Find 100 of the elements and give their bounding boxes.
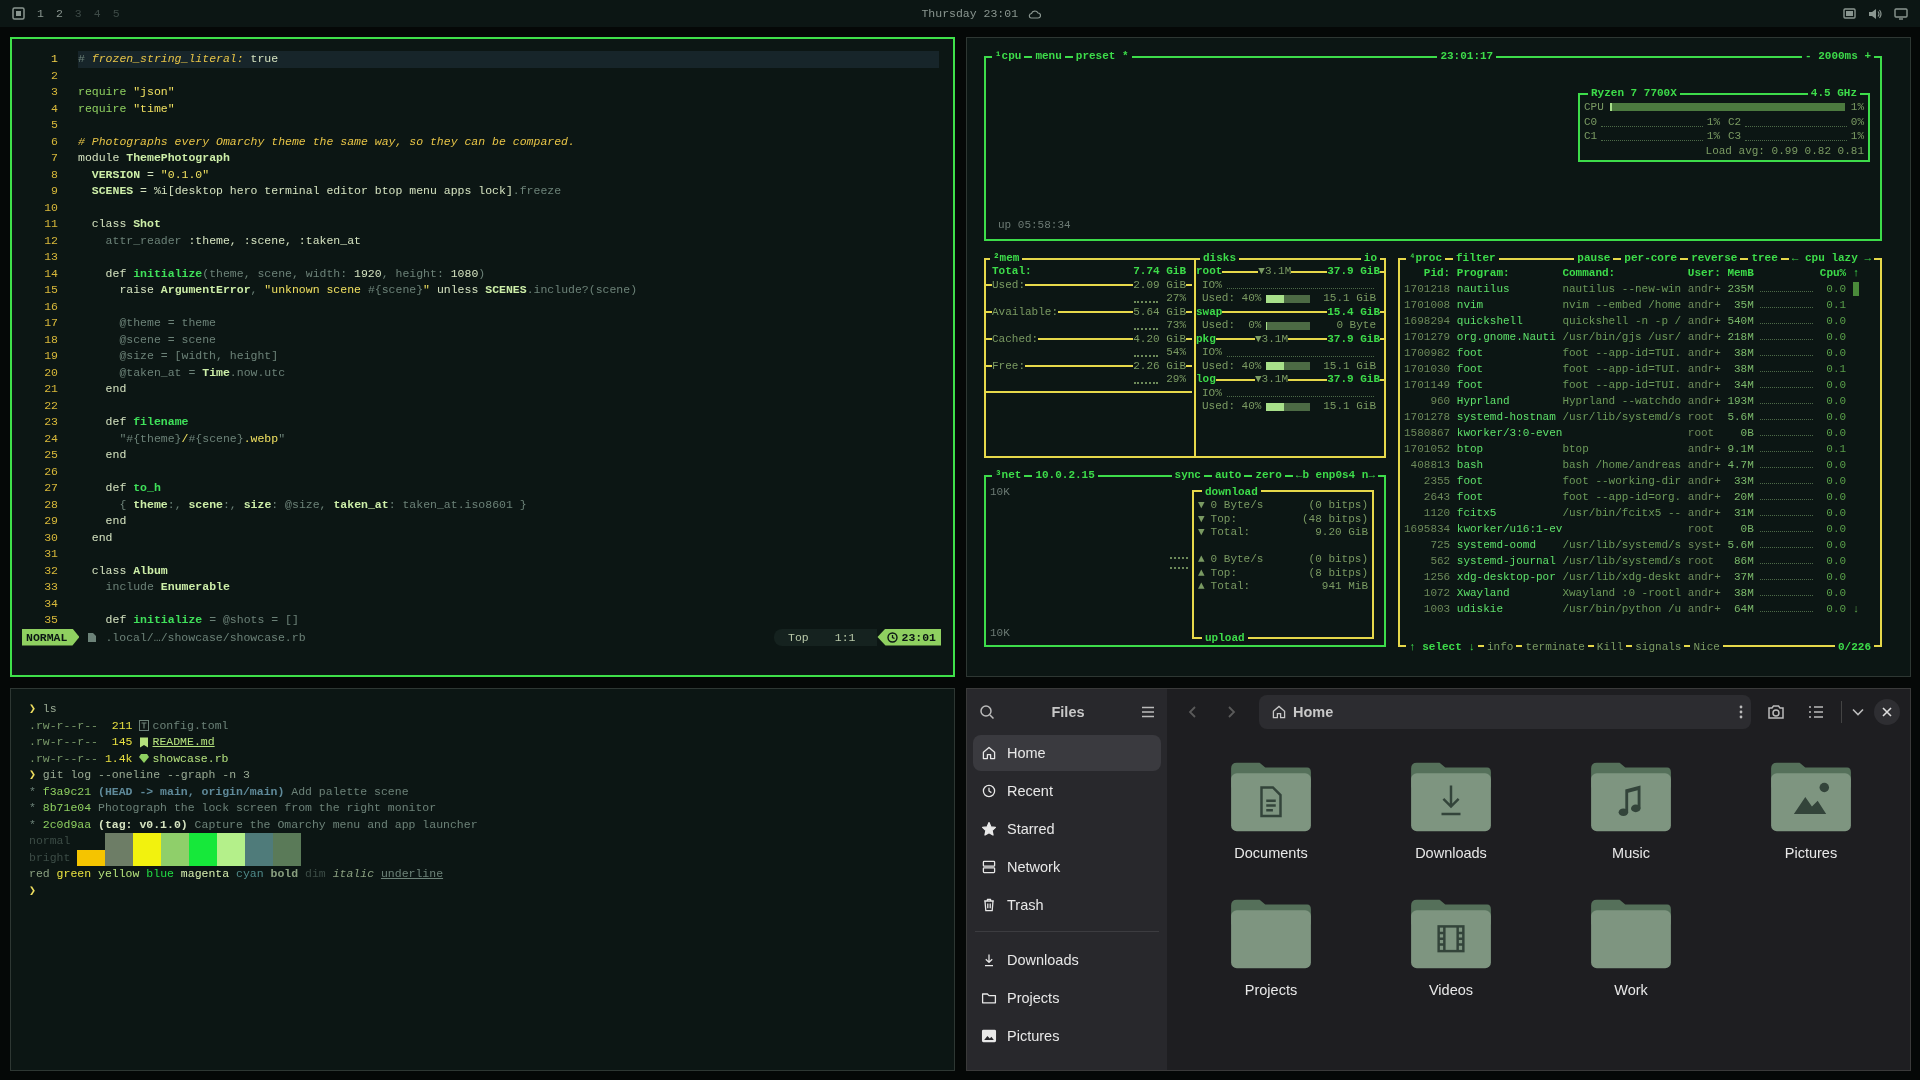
disk-size: 37.9 GiB	[1327, 332, 1380, 346]
table-cell-text: 0.0	[1825, 490, 1847, 505]
window-icon[interactable]	[1843, 8, 1856, 19]
mountain-emblem	[1793, 782, 1830, 815]
sort-arrow[interactable]: ↑	[1852, 265, 1860, 281]
sidebar-item[interactable]: Recent	[973, 773, 1161, 809]
chevron-down-icon[interactable]	[1852, 708, 1864, 716]
style-sample: blue	[146, 866, 174, 882]
column-header[interactable]: User:	[1687, 265, 1721, 281]
panel-tab[interactable]: ←b enp0s4 n→	[1292, 468, 1378, 482]
close-button[interactable]	[1874, 699, 1900, 725]
panel-tab[interactable]: ← cpu lazy →	[1788, 251, 1874, 265]
table-cell-text: Xwayland :0 -rootl	[1562, 586, 1682, 601]
scrollbar-thumb[interactable]	[1853, 282, 1860, 296]
more-icon[interactable]	[1739, 705, 1743, 719]
table-cell-text: systemd-hostnam	[1456, 410, 1556, 425]
table-cell-text: andr+	[1687, 602, 1721, 617]
column-header[interactable]: MemB	[1727, 265, 1754, 281]
menu-icon[interactable]	[1141, 706, 1155, 718]
table-cell-text: 0.0	[1825, 474, 1847, 489]
table-cell-text: xdg-desktop-por	[1456, 570, 1556, 585]
line-number: 27	[43, 480, 58, 496]
table-cell-text: /usr/bin/gjs /usr/	[1562, 330, 1682, 345]
memory-label: Free:	[992, 359, 1025, 373]
column-header[interactable]: Pid:	[1404, 265, 1451, 281]
folder-item[interactable]: Documents	[1181, 759, 1361, 896]
table-cell-text: nautilus	[1456, 282, 1511, 297]
line-number: 6	[50, 133, 58, 150]
scroll-arrow[interactable]: ↓	[1852, 601, 1860, 617]
sidebar-item[interactable]: Trash	[973, 887, 1161, 923]
folder-item[interactable]: Music	[1541, 759, 1721, 896]
column-header[interactable]: Program:	[1456, 265, 1556, 281]
code-line: @size = [width, height]	[118, 348, 280, 364]
folder-name: Pictures	[1784, 845, 1838, 861]
table-cell-text: 1580867	[1404, 426, 1451, 441]
graph-marker: *	[29, 800, 36, 816]
panel-tab[interactable]: signals	[1632, 640, 1685, 654]
workspace-button[interactable]: 2	[55, 7, 63, 20]
table-cell-text: 37M	[1733, 570, 1754, 585]
list-view-icon[interactable]	[1808, 705, 1824, 719]
table-cell-text: fcitx5	[1456, 506, 1498, 521]
panel-tab[interactable]: preset *	[1072, 49, 1132, 63]
path-bar[interactable]: Home	[1259, 695, 1751, 729]
folder-item[interactable]: Work	[1541, 896, 1721, 1033]
volume-icon[interactable]	[1868, 7, 1882, 20]
panel-tab[interactable]: ⁴proc	[1406, 251, 1445, 265]
line-number: 30	[43, 529, 58, 546]
folder-item[interactable]: Pictures	[1721, 759, 1901, 896]
table-cell-text: 0.0	[1825, 314, 1847, 329]
line-number: 15	[43, 282, 58, 298]
file-name: showcase.rb	[152, 750, 229, 767]
memory-value: 4.20 GiB	[1133, 332, 1186, 346]
code-line: def to_h	[104, 480, 162, 496]
column-header[interactable]: Cpu%	[1819, 265, 1847, 281]
sidebar-item[interactable]: Home	[973, 735, 1161, 771]
line-number: 32	[43, 562, 58, 579]
panel-tab[interactable]: ↑ select ↓	[1406, 640, 1478, 654]
net-stat: ▲ Top: (8 bitps)	[1198, 566, 1368, 580]
disk-meter	[1266, 362, 1311, 371]
cpu-model: Ryzen 7 7700X	[1588, 86, 1680, 100]
image-icon	[981, 1028, 997, 1044]
table-cell-text: 2643	[1422, 490, 1451, 505]
workspace-button[interactable]: 1	[37, 7, 44, 20]
server-icon	[981, 859, 997, 875]
folder-item[interactable]: Projects	[1181, 896, 1361, 1033]
sidebar-item[interactable]: Projects	[973, 980, 1161, 1016]
clock: Thursday 23:01	[921, 7, 1019, 20]
gem-icon	[138, 753, 149, 765]
sidebar-item[interactable]: Network	[973, 849, 1161, 885]
line-number: 1	[50, 51, 58, 67]
prompt-symbol: ❯	[29, 701, 36, 717]
table-cell-text: bash /home/andreas	[1562, 458, 1682, 473]
sidebar-item[interactable]: Starred	[973, 811, 1161, 847]
code-line: @theme = theme	[118, 315, 218, 331]
code-line: { theme:, scene:, size: @size, taken_at: taken_at.iso8601 }	[118, 496, 528, 513]
launcher-icon[interactable]	[12, 7, 25, 20]
column-header[interactable]: Command:	[1562, 265, 1682, 281]
table-cell-text: 1701279	[1404, 330, 1451, 345]
code-line: def initialize = @shots = []	[104, 612, 300, 628]
table-cell-text: 0.0	[1825, 506, 1847, 521]
sidebar-item[interactable]: Downloads	[973, 942, 1161, 978]
folder-item[interactable]: Videos	[1361, 896, 1541, 1033]
folder-item[interactable]: Downloads	[1361, 759, 1541, 896]
code-line: @scene = scene	[118, 331, 218, 348]
table-cell-text: 725	[1429, 538, 1451, 553]
document-emblem	[1260, 786, 1282, 818]
table-cell-text: 193M	[1727, 394, 1754, 409]
cpu-label: CPU	[1584, 100, 1604, 115]
monitor-icon[interactable]	[1894, 7, 1908, 20]
table-cell-text: 0.0	[1825, 346, 1847, 361]
search-icon[interactable]	[979, 704, 995, 720]
panel-tab[interactable]: upload	[1202, 631, 1248, 645]
camera-search-icon[interactable]	[1767, 704, 1785, 720]
line-number: 16	[43, 298, 58, 315]
mode-indicator: NORMAL	[22, 628, 80, 646]
core-percent: 1%	[1850, 129, 1864, 144]
panel-tab[interactable]: ¹cpu	[992, 49, 1025, 63]
disk-size: 15.4 GiB	[1327, 305, 1380, 319]
table-cell-text: 0B	[1739, 426, 1754, 441]
sidebar-item[interactable]: Pictures	[973, 1018, 1161, 1054]
